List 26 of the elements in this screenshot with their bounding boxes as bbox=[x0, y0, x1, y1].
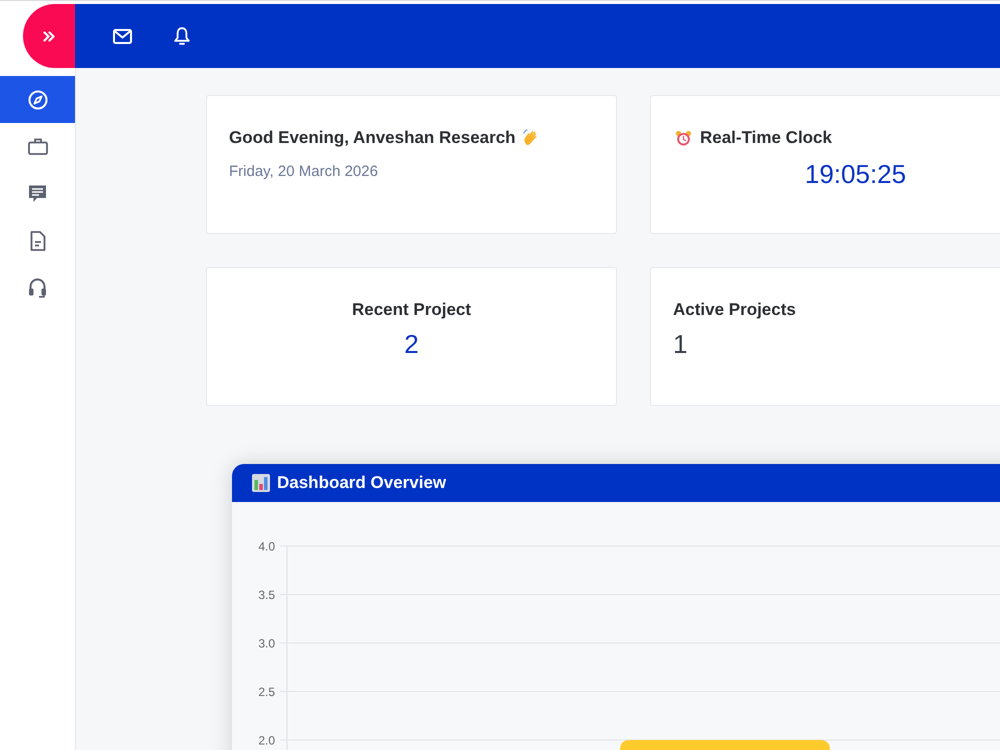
sidebar-toggle-button[interactable] bbox=[23, 4, 75, 68]
document-icon bbox=[30, 230, 46, 250]
double-chevron-icon bbox=[43, 30, 55, 42]
headset-icon bbox=[28, 278, 47, 298]
stat-label: Recent Project bbox=[352, 299, 472, 321]
bell-icon bbox=[174, 26, 190, 46]
chart-title: Dashboard Overview bbox=[277, 472, 446, 494]
date-text: Friday, 20 March 2026 bbox=[229, 162, 378, 182]
mail-icon bbox=[112, 28, 132, 44]
axis-tick-label: 3.5 bbox=[258, 588, 275, 602]
axis-tick-label: 4.0 bbox=[258, 540, 275, 554]
stat-value: 1 bbox=[673, 328, 688, 361]
clock-title: Real-Time Clock bbox=[700, 127, 832, 149]
clock-time: 19:05:25 bbox=[804, 158, 906, 191]
axis-tick-label: 2.0 bbox=[258, 734, 275, 748]
axis-tick-label: 3.0 bbox=[258, 636, 275, 650]
axis-tick-label: 2.5 bbox=[258, 685, 275, 699]
chat-icon bbox=[28, 184, 47, 203]
briefcase-icon bbox=[28, 138, 48, 155]
sidebar-item[interactable] bbox=[0, 76, 75, 123]
stat-label: Active Projects bbox=[673, 299, 796, 321]
alarm-clock-icon bbox=[675, 130, 692, 146]
bar-chart-icon bbox=[252, 474, 270, 492]
stat-value: 2 bbox=[404, 328, 419, 361]
compass-icon bbox=[28, 90, 48, 110]
greeting-title: Good Evening, Anveshan Research bbox=[229, 127, 516, 149]
